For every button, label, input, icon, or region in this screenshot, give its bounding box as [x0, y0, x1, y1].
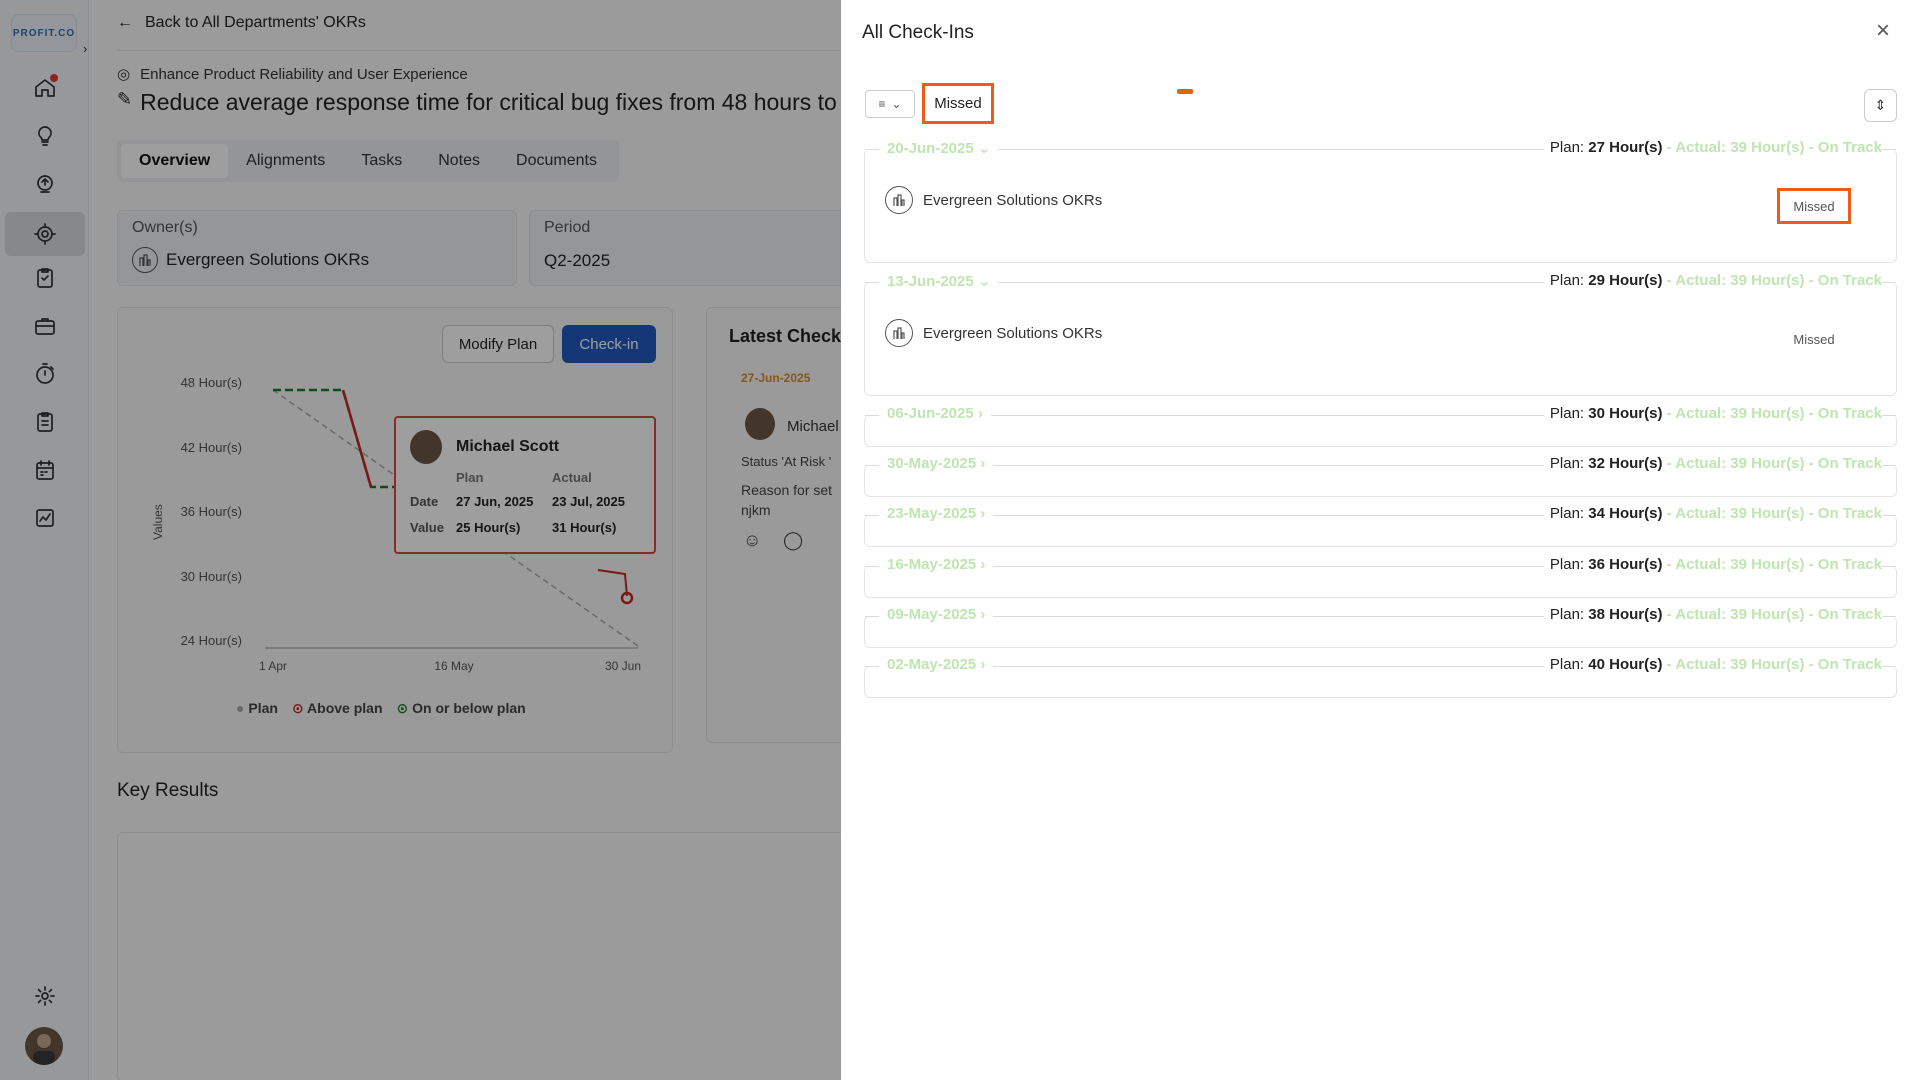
filter-selected-value[interactable]: Missed: [922, 83, 994, 124]
status-badge: On Track: [1817, 455, 1882, 472]
plan-value: 27 Hour(s): [1588, 139, 1663, 156]
plan-value: 29 Hour(s): [1588, 272, 1663, 289]
group-date: 30-May-2025: [887, 455, 977, 472]
status-badge: On Track: [1817, 272, 1882, 289]
status-badge: On Track: [1817, 405, 1882, 422]
actual-label: Actual:: [1675, 272, 1727, 289]
checkin-row[interactable]: Evergreen Solutions OKRs: [885, 186, 1102, 214]
plan-label: Plan:: [1549, 139, 1585, 156]
plan-label: Plan:: [1549, 455, 1585, 472]
plan-label: Plan:: [1549, 606, 1585, 623]
actual-value: 39 Hour(s): [1730, 139, 1805, 156]
plan-label: Plan:: [1549, 405, 1585, 422]
panel-title: All Check-Ins: [862, 22, 974, 43]
plan-value: 36 Hour(s): [1588, 556, 1663, 573]
status-badge: On Track: [1817, 556, 1882, 573]
row-status: Missed: [1777, 188, 1851, 224]
checkin-group: 13-Jun-2025 ⌄ Plan: 29 Hour(s) - Actual: …: [864, 272, 1897, 396]
actual-value: 39 Hour(s): [1730, 455, 1805, 472]
checkin-group: 06-Jun-2025 › Plan: 30 Hour(s) - Actual: …: [864, 405, 1897, 447]
checkin-group: 02-May-2025 › Plan: 40 Hour(s) - Actual: …: [864, 656, 1897, 698]
group-date-toggle[interactable]: 30-May-2025 ›: [879, 455, 994, 472]
group-date: 13-Jun-2025: [887, 273, 974, 290]
org-name: Evergreen Solutions OKRs: [923, 191, 1103, 209]
chevron-down-icon: ⌄: [891, 97, 902, 111]
group-date-toggle[interactable]: 20-Jun-2025 ⌄: [879, 139, 999, 157]
group-summary: Plan: 30 Hour(s) - Actual: 39 Hour(s) - …: [1543, 405, 1882, 422]
group-date: 23-May-2025: [887, 505, 977, 522]
chevron-right-icon: ›: [976, 505, 986, 522]
close-icon[interactable]: ×: [1871, 19, 1895, 44]
actual-value: 39 Hour(s): [1730, 505, 1805, 522]
org-icon: [885, 319, 913, 347]
actual-label: Actual:: [1675, 505, 1727, 522]
group-summary: Plan: 32 Hour(s) - Actual: 39 Hour(s) - …: [1543, 455, 1882, 472]
actual-value: 39 Hour(s): [1730, 272, 1805, 289]
checkin-group: 23-May-2025 › Plan: 34 Hour(s) - Actual: …: [864, 505, 1897, 547]
group-date: 20-Jun-2025: [887, 140, 974, 157]
actual-label: Actual:: [1675, 139, 1727, 156]
row-status: Missed: [1793, 331, 1835, 347]
group-date: 02-May-2025: [887, 656, 977, 673]
actual-value: 39 Hour(s): [1730, 606, 1805, 623]
all-checkins-panel: All Check-Ins × ≡ ⌄ Missed ⇕ 20-Jun-2025 …: [841, 0, 1920, 1080]
org-name: Evergreen Solutions OKRs: [923, 324, 1103, 342]
group-date-toggle[interactable]: 16-May-2025 ›: [879, 556, 994, 573]
actual-label: Actual:: [1675, 455, 1727, 472]
group-date: 09-May-2025: [887, 606, 977, 623]
group-date: 06-Jun-2025: [887, 405, 974, 422]
actual-label: Actual:: [1675, 405, 1727, 422]
plan-label: Plan:: [1549, 505, 1585, 522]
actual-value: 39 Hour(s): [1730, 656, 1805, 673]
chevron-right-icon: ›: [976, 556, 986, 573]
checkin-group: 30-May-2025 › Plan: 32 Hour(s) - Actual: …: [864, 455, 1897, 497]
checkin-group: 09-May-2025 › Plan: 38 Hour(s) - Actual: …: [864, 606, 1897, 648]
group-date-toggle[interactable]: 23-May-2025 ›: [879, 505, 994, 522]
chevron-right-icon: ›: [976, 606, 986, 623]
group-date: 16-May-2025: [887, 556, 977, 573]
filter-dropdown[interactable]: ≡ ⌄: [865, 90, 915, 118]
checkin-group: 20-Jun-2025 ⌄ Plan: 27 Hour(s) - Actual: …: [864, 139, 1897, 263]
group-summary: Plan: 29 Hour(s) - Actual: 39 Hour(s) - …: [1543, 272, 1882, 289]
group-summary: Plan: 38 Hour(s) - Actual: 39 Hour(s) - …: [1543, 606, 1882, 623]
group-date-toggle[interactable]: 09-May-2025 ›: [879, 606, 994, 623]
actual-value: 39 Hour(s): [1730, 405, 1805, 422]
chevron-right-icon: ›: [976, 656, 986, 673]
orange-marker: [1177, 89, 1193, 94]
chevron-down-icon: ⌄: [973, 140, 991, 157]
group-date-toggle[interactable]: 06-Jun-2025 ›: [879, 405, 991, 422]
plan-value: 40 Hour(s): [1588, 656, 1663, 673]
actual-label: Actual:: [1675, 556, 1727, 573]
group-summary: Plan: 27 Hour(s) - Actual: 39 Hour(s) - …: [1543, 139, 1882, 156]
chevron-right-icon: ›: [973, 405, 983, 422]
plan-value: 32 Hour(s): [1588, 455, 1663, 472]
group-summary: Plan: 40 Hour(s) - Actual: 39 Hour(s) - …: [1543, 656, 1882, 673]
actual-value: 39 Hour(s): [1730, 556, 1805, 573]
actual-label: Actual:: [1675, 656, 1727, 673]
group-summary: Plan: 34 Hour(s) - Actual: 39 Hour(s) - …: [1543, 505, 1882, 522]
group-date-toggle[interactable]: 02-May-2025 ›: [879, 656, 994, 673]
org-icon: [885, 186, 913, 214]
checkin-row[interactable]: Evergreen Solutions OKRs: [885, 319, 1102, 347]
checkin-group: 16-May-2025 › Plan: 36 Hour(s) - Actual: …: [864, 556, 1897, 598]
status-badge: On Track: [1817, 505, 1882, 522]
sort-toggle-icon[interactable]: ⇕: [1864, 89, 1897, 122]
plan-label: Plan:: [1549, 656, 1585, 673]
status-badge: On Track: [1817, 139, 1882, 156]
plan-value: 30 Hour(s): [1588, 405, 1663, 422]
actual-label: Actual:: [1675, 606, 1727, 623]
plan-label: Plan:: [1549, 556, 1585, 573]
plan-value: 38 Hour(s): [1588, 606, 1663, 623]
filter-icon: ≡: [878, 97, 886, 111]
chevron-right-icon: ›: [976, 455, 986, 472]
status-badge: On Track: [1817, 656, 1882, 673]
group-date-toggle[interactable]: 13-Jun-2025 ⌄: [879, 272, 999, 290]
chevron-down-icon: ⌄: [973, 273, 991, 290]
plan-label: Plan:: [1549, 272, 1585, 289]
group-summary: Plan: 36 Hour(s) - Actual: 39 Hour(s) - …: [1543, 556, 1882, 573]
modal-backdrop[interactable]: [0, 0, 841, 1080]
status-badge: On Track: [1817, 606, 1882, 623]
plan-value: 34 Hour(s): [1588, 505, 1663, 522]
